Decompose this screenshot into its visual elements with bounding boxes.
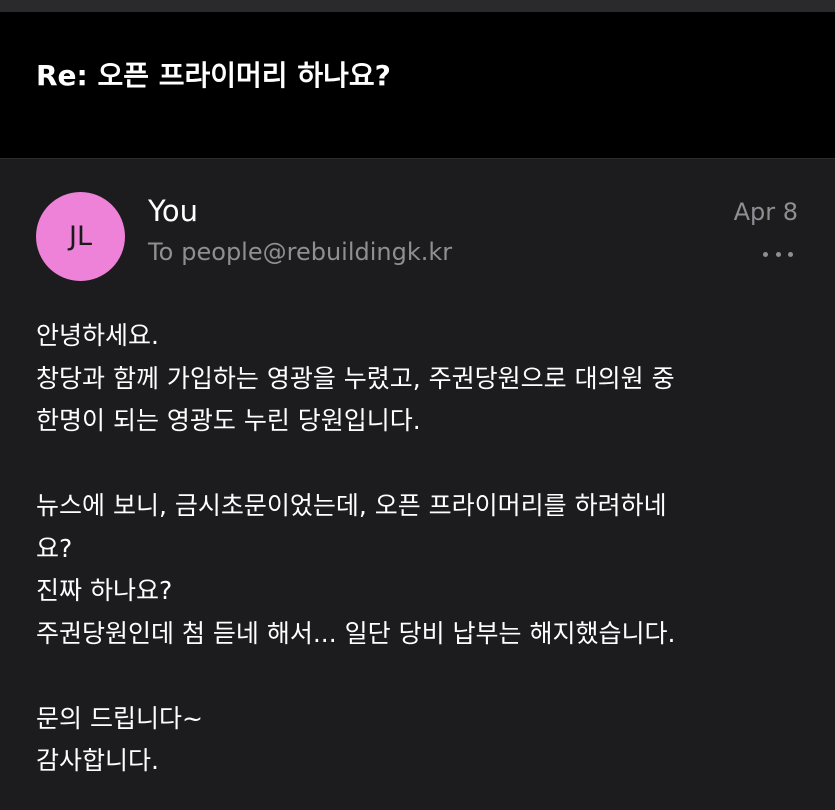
recipient-line[interactable]: To people@rebuildingk.kr <box>148 238 452 266</box>
sender-name[interactable]: You <box>148 194 198 228</box>
avatar-initials: JL <box>68 221 92 252</box>
body-line: 요? <box>36 533 73 563</box>
dot-1 <box>763 251 768 257</box>
ellipsis-icon[interactable] <box>763 251 793 257</box>
message-body: 안녕하세요. 창당과 함께 가입하는 영광을 누렸고, 주권당원으로 대의원 중… <box>36 315 806 783</box>
body-line: 뉴스에 보니, 금시초문이었는데, 오픈 프라이머리를 하려하네 <box>36 491 667 520</box>
body-line: 감사합니다. <box>36 746 159 775</box>
recipient-prefix: To <box>148 238 174 266</box>
body-line: 문의 드립니다~ <box>36 703 203 733</box>
dot-3 <box>788 251 793 257</box>
message-date: Apr 8 <box>733 198 798 226</box>
email-subject: Re: 오픈 프라이머리 하나요? <box>36 59 391 92</box>
dot-2 <box>775 251 781 257</box>
recipient-address: people@rebuildingk.kr <box>181 238 453 266</box>
avatar: JL <box>36 192 125 281</box>
body-line: 주권당원인데 첨 듣네 해서... 일단 당비 납부는 해지했습니다. <box>36 618 676 648</box>
body-line: 창당과 함께 가입하는 영광을 누렸고, 주권당원으로 대의원 중 <box>36 363 675 393</box>
status-strip <box>0 0 835 12</box>
body-line: 진짜 하나요? <box>36 576 173 605</box>
divider <box>0 158 835 159</box>
body-line: 안녕하세요. <box>36 321 159 350</box>
mail-header: Re: 오픈 프라이머리 하나요? <box>0 12 835 158</box>
body-line: 한명이 되는 영광도 누린 당원입니다. <box>36 406 421 435</box>
